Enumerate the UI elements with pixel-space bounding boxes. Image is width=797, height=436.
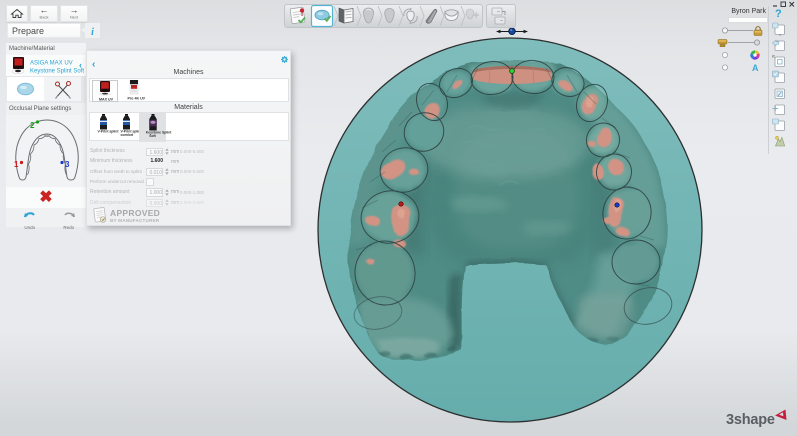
svg-text:2: 2 bbox=[30, 121, 35, 130]
svg-text:1: 1 bbox=[14, 160, 19, 169]
svg-text:3shape: 3shape bbox=[726, 412, 775, 428]
svg-text:3: 3 bbox=[65, 160, 70, 169]
svg-text:A: A bbox=[752, 63, 759, 73]
